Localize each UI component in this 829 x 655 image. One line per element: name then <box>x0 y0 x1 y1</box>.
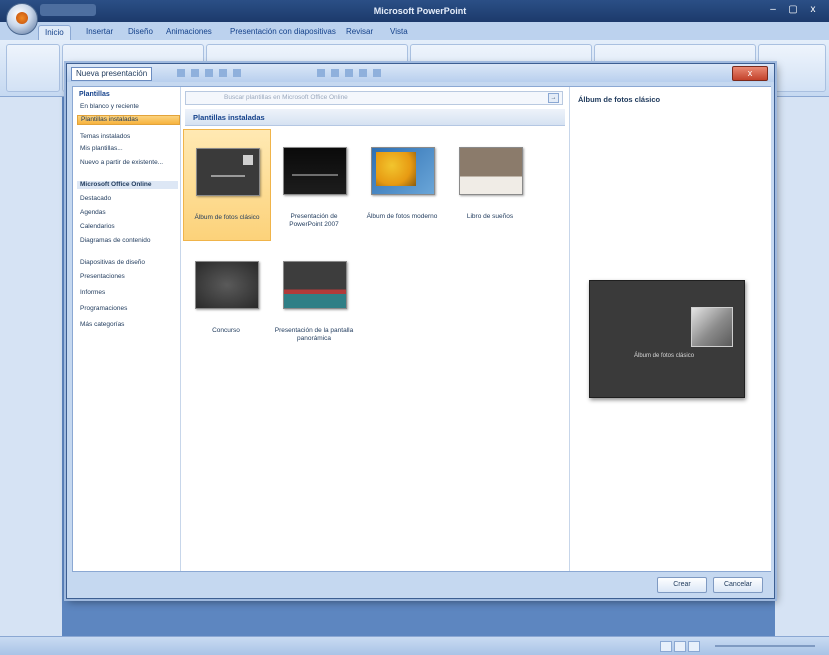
ribbon-tabs: Inicio Insertar Diseño Animaciones Prese… <box>0 22 829 40</box>
preview-pane: Álbum de fotos clásico Álbum de fotos cl… <box>569 87 771 571</box>
dialog-body: Plantillas En blanco y reciente Plantill… <box>72 86 771 572</box>
tab-revisar[interactable]: Revisar <box>340 25 379 39</box>
section-title: Plantillas instaladas <box>193 113 265 122</box>
template-label: Presentación de PowerPoint 2007 <box>289 213 339 228</box>
nav-item-my-templates[interactable]: Mis plantillas... <box>77 145 178 153</box>
tab-animaciones[interactable]: Animaciones <box>160 25 218 39</box>
template-thumbnail <box>283 261 347 309</box>
template-powerpoint-2007[interactable]: Presentación de PowerPoint 2007 <box>271 129 357 239</box>
slides-pane <box>0 97 62 637</box>
dialog-footer: Crear Cancelar <box>67 572 774 598</box>
tab-diseno[interactable]: Diseño <box>122 25 159 39</box>
templates-area: Buscar plantillas en Microsoft Office On… <box>181 87 568 571</box>
minimize-button[interactable]: – <box>766 4 780 16</box>
sorter-view-icon[interactable] <box>674 641 686 652</box>
dialog-title: Nueva presentación <box>71 67 153 81</box>
toolbar-icon <box>205 69 213 77</box>
templates-nav: Plantillas En blanco y reciente Plantill… <box>73 87 181 571</box>
preview-slide: Álbum de fotos clásico <box>589 280 745 398</box>
nav-item-installed-templates[interactable]: Plantillas instaladas <box>77 115 180 125</box>
nav-item-featured[interactable]: Destacado <box>77 195 178 203</box>
nav-item-reports[interactable]: Informes <box>77 289 178 297</box>
template-label: Álbum de fotos clásico <box>194 214 260 221</box>
status-bar <box>0 636 829 655</box>
nav-item-design-slides[interactable]: Diapositivas de diseño <box>77 259 178 267</box>
template-thumbnail <box>283 147 347 195</box>
template-label: Libro de sueños <box>466 213 514 220</box>
nav-item-new-from-existing[interactable]: Nuevo a partir de existente... <box>77 159 178 167</box>
nav-item-office-online: Microsoft Office Online <box>77 181 178 189</box>
nav-item-presentations[interactable]: Presentaciones <box>77 273 178 281</box>
close-button[interactable]: x <box>806 4 820 16</box>
tab-presentacion[interactable]: Presentación con diapositivas <box>224 25 342 39</box>
template-label: Concurso <box>212 327 240 334</box>
toolbar-icon <box>191 69 199 77</box>
search-field[interactable]: Buscar plantillas en Microsoft Office On… <box>185 91 563 105</box>
toolbar-icon <box>233 69 241 77</box>
template-label: Álbum de fotos moderno <box>366 213 438 220</box>
section-header: Plantillas instaladas <box>185 109 565 126</box>
template-thumbnail <box>196 148 260 196</box>
new-presentation-dialog: Nueva presentación x Plantillas En blanc… <box>66 63 775 599</box>
nav-item-blank-recent[interactable]: En blanco y reciente <box>77 103 178 111</box>
editor-background <box>775 97 829 637</box>
toolbar-icon <box>177 69 185 77</box>
template-modern-photo-album[interactable]: Álbum de fotos moderno <box>359 129 445 239</box>
tab-vista[interactable]: Vista <box>384 25 414 39</box>
template-thumbnail <box>371 147 435 195</box>
toolbar-icon <box>317 69 325 77</box>
title-bar: Microsoft PowerPoint – ▢ x <box>0 0 829 22</box>
normal-view-icon[interactable] <box>660 641 672 652</box>
search-placeholder: Buscar plantillas en Microsoft Office On… <box>224 94 348 101</box>
nav-item-calendars[interactable]: Calendarios <box>77 223 178 231</box>
tab-insertar[interactable]: Insertar <box>80 25 119 39</box>
preview-photo <box>691 307 733 347</box>
toolbar-icon <box>373 69 381 77</box>
template-contest[interactable]: Concurso <box>183 243 269 353</box>
office-button[interactable] <box>6 3 38 35</box>
toolbar-icon <box>219 69 227 77</box>
quick-access-toolbar[interactable] <box>40 4 96 16</box>
template-thumbnail <box>459 147 523 195</box>
nav-item-content-diagrams[interactable]: Diagramas de contenido <box>77 237 178 245</box>
dialog-close-button[interactable]: x <box>732 66 768 81</box>
zoom-slider[interactable] <box>715 645 815 647</box>
template-widescreen[interactable]: Presentación de la pantalla panorámica <box>271 243 357 353</box>
nav-item-schedules[interactable]: Programaciones <box>77 305 178 313</box>
cancel-button[interactable]: Cancelar <box>713 577 763 593</box>
nav-item-installed-themes[interactable]: Temas instalados <box>77 133 178 141</box>
toolbar-icon <box>359 69 367 77</box>
search-icon[interactable]: → <box>548 93 559 103</box>
app-title: Microsoft PowerPoint <box>373 6 467 16</box>
template-label: Presentación de la pantalla panorámica <box>274 327 354 342</box>
nav-item-more-categories[interactable]: Más categorías <box>77 321 178 329</box>
preview-title: Álbum de fotos clásico <box>578 95 661 104</box>
template-dream-book[interactable]: Libro de sueños <box>447 129 533 239</box>
slideshow-view-icon[interactable] <box>688 641 700 652</box>
template-classic-photo-album[interactable]: Álbum de fotos clásico <box>183 129 271 241</box>
office-logo-icon <box>16 12 28 24</box>
nav-item-agendas[interactable]: Agendas <box>77 209 178 217</box>
ribbon-group-clipboard[interactable] <box>6 44 60 92</box>
tab-inicio[interactable]: Inicio <box>38 25 71 40</box>
nav-header: Plantillas <box>79 91 110 98</box>
dialog-title-bar: Nueva presentación x <box>67 64 774 82</box>
create-button[interactable]: Crear <box>657 577 707 593</box>
template-thumbnail <box>195 261 259 309</box>
toolbar-icon <box>331 69 339 77</box>
preview-caption: Álbum de fotos clásico <box>634 353 695 359</box>
toolbar-icon <box>345 69 353 77</box>
maximize-button[interactable]: ▢ <box>786 4 800 16</box>
